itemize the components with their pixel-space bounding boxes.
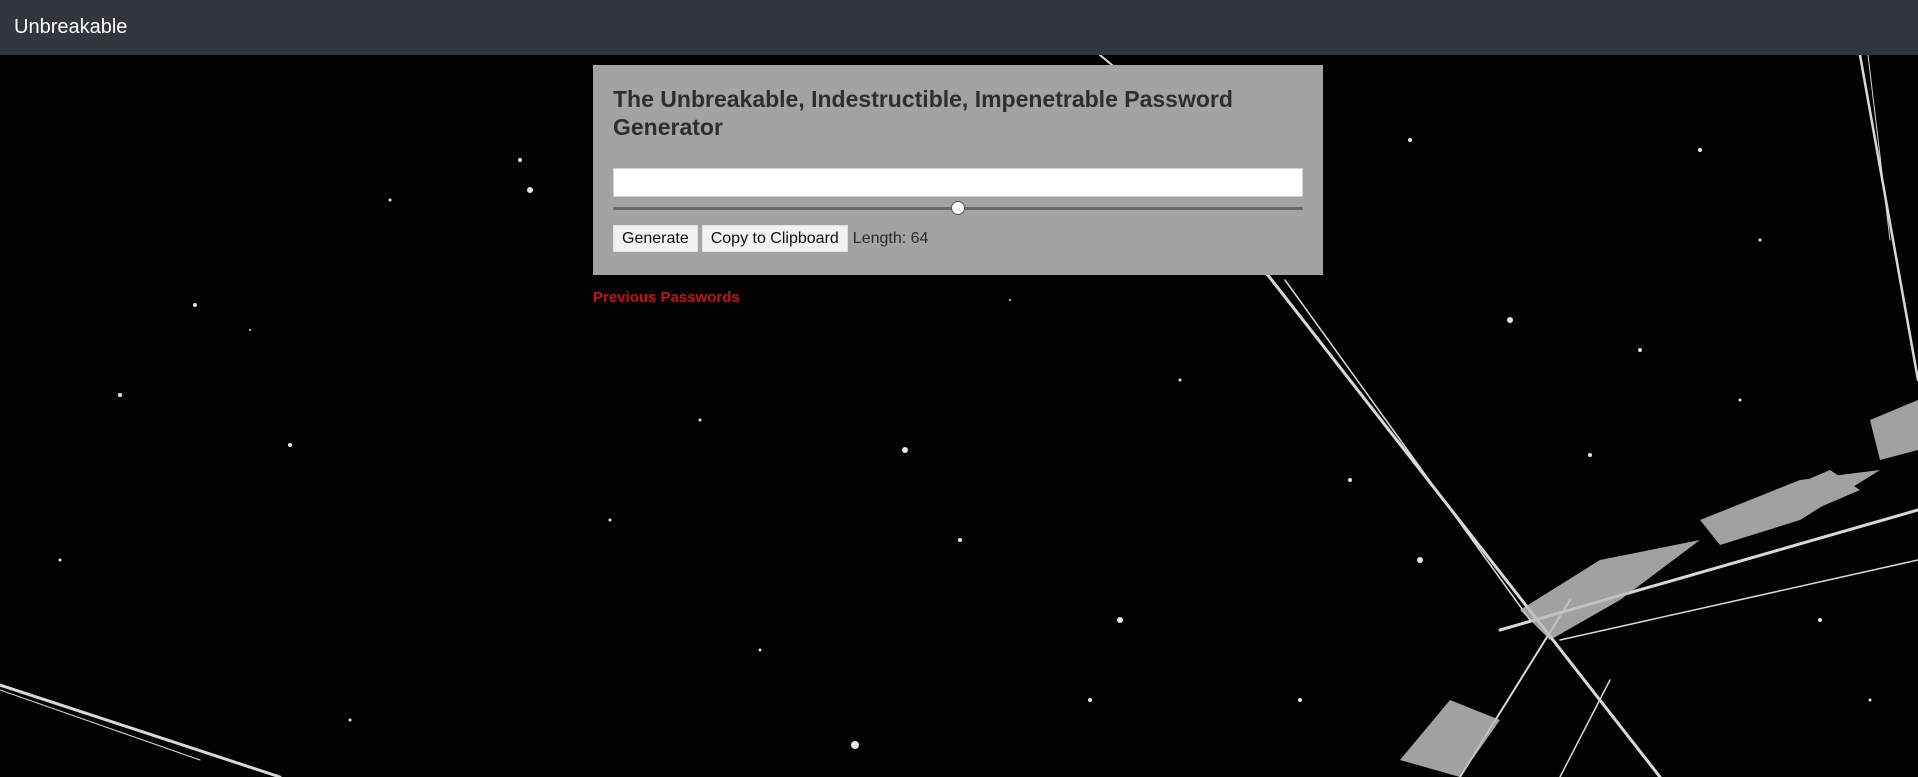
generate-button[interactable]: Generate bbox=[613, 225, 698, 252]
password-output-field[interactable] bbox=[613, 168, 1303, 197]
generator-controls: Generate Copy to Clipboard Length: 64 bbox=[613, 225, 1303, 252]
length-label: Length: 64 bbox=[852, 229, 929, 247]
copy-to-clipboard-button[interactable]: Copy to Clipboard bbox=[701, 225, 848, 252]
length-slider[interactable] bbox=[613, 201, 1303, 215]
page-title: The Unbreakable, Indestructible, Impenet… bbox=[613, 86, 1233, 140]
navbar: Unbreakable bbox=[0, 0, 1918, 55]
previous-passwords-link[interactable]: Previous Passwords bbox=[593, 289, 740, 306]
navbar-brand[interactable]: Unbreakable bbox=[14, 16, 127, 39]
password-generator-card: The Unbreakable, Indestructible, Impenet… bbox=[593, 65, 1323, 275]
page: Unbreakable The Unbreakable, Indestructi… bbox=[0, 0, 1918, 777]
length-slider-thumb[interactable] bbox=[951, 201, 965, 215]
